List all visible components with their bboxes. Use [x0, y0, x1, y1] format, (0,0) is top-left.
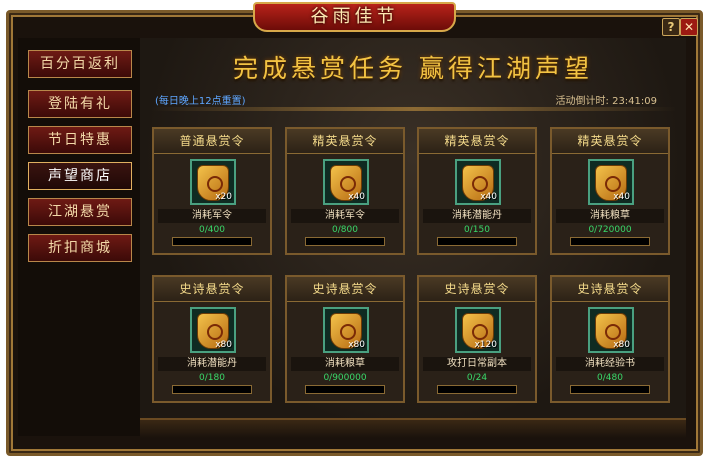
- item-quantity: x80: [613, 340, 630, 350]
- countdown: 活动倒计时: 23:41:09: [556, 92, 657, 107]
- card-title: 精英悬赏令: [419, 129, 535, 154]
- task-progress: 0/800: [332, 225, 358, 235]
- item-slot[interactable]: x40: [455, 159, 501, 205]
- progress-bar: [305, 237, 385, 246]
- close-button[interactable]: ✕: [680, 18, 698, 36]
- help-button[interactable]: ?: [662, 18, 680, 36]
- item-quantity: x40: [613, 192, 630, 202]
- item-slot[interactable]: x80: [190, 307, 236, 353]
- sidebar-item-festival-sale[interactable]: 节日特惠: [28, 126, 132, 154]
- card-title: 史诗悬赏令: [287, 277, 403, 302]
- card-title: 精英悬赏令: [552, 129, 668, 154]
- progress-bar: [172, 385, 252, 394]
- task-progress: 0/24: [466, 373, 488, 383]
- bounty-card[interactable]: 史诗悬赏令 x120 攻打日常副本 0/24: [417, 275, 537, 403]
- card-title: 精英悬赏令: [287, 129, 403, 154]
- sidebar-item-login-gift[interactable]: 登陆有礼: [28, 90, 132, 118]
- item-quantity: x80: [215, 340, 232, 350]
- countdown-label: 活动倒计时:: [555, 96, 609, 107]
- page-title: 完成悬赏任务 赢得江湖声望: [233, 54, 593, 83]
- task-progress: 0/180: [199, 373, 225, 383]
- task-label: 攻打日常副本: [423, 357, 531, 371]
- item-quantity: x40: [480, 192, 497, 202]
- item-slot[interactable]: x40: [588, 159, 634, 205]
- task-label: 消耗粮草: [291, 357, 399, 371]
- bounty-card[interactable]: 精英悬赏令 x40 消耗潜能丹 0/150: [417, 127, 537, 255]
- bounty-card[interactable]: 史诗悬赏令 x80 消耗潜能丹 0/180: [152, 275, 272, 403]
- task-progress: 0/480: [597, 373, 623, 383]
- card-title: 史诗悬赏令: [552, 277, 668, 302]
- progress-bar: [570, 237, 650, 246]
- task-progress: 0/150: [464, 225, 490, 235]
- progress-bar: [437, 385, 517, 394]
- card-title: 史诗悬赏令: [419, 277, 535, 302]
- sidebar-item-bounty[interactable]: 江湖悬赏: [28, 198, 132, 226]
- progress-bar: [305, 385, 385, 394]
- item-slot[interactable]: x20: [190, 159, 236, 205]
- bottom-frame: [140, 418, 686, 438]
- card-title: 史诗悬赏令: [154, 277, 270, 302]
- task-label: 消耗潜能丹: [423, 209, 531, 223]
- task-progress: 0/400: [199, 225, 225, 235]
- item-slot[interactable]: x40: [323, 159, 369, 205]
- item-quantity: x20: [215, 192, 232, 202]
- bounty-card[interactable]: 普通悬赏令 x20 消耗军令 0/400: [152, 127, 272, 255]
- task-label: 消耗粮草: [556, 209, 664, 223]
- sidebar-item-rebate[interactable]: 百分百返利: [28, 50, 132, 78]
- divider: [152, 107, 676, 111]
- sidebar-item-discount-mall[interactable]: 折扣商城: [28, 234, 132, 262]
- progress-bar: [172, 237, 252, 246]
- sidebar: 百分百返利 登陆有礼 节日特惠 声望商店 江湖悬赏 折扣商城: [18, 38, 142, 436]
- task-progress: 0/900000: [323, 373, 367, 383]
- item-slot[interactable]: x80: [588, 307, 634, 353]
- sidebar-item-reputation-shop[interactable]: 声望商店: [28, 162, 132, 190]
- task-label: 消耗军令: [291, 209, 399, 223]
- card-title: 普通悬赏令: [154, 129, 270, 154]
- bounty-card[interactable]: 史诗悬赏令 x80 消耗粮草 0/900000: [285, 275, 405, 403]
- reset-note: (每日晚上12点重置): [155, 96, 246, 107]
- item-quantity: x80: [348, 340, 365, 350]
- item-slot[interactable]: x120: [455, 307, 501, 353]
- item-quantity: x120: [474, 340, 497, 350]
- item-slot[interactable]: x80: [323, 307, 369, 353]
- progress-bar: [437, 237, 517, 246]
- task-label: 消耗经验书: [556, 357, 664, 371]
- bounty-card[interactable]: 精英悬赏令 x40 消耗军令 0/800: [285, 127, 405, 255]
- window-title: 谷雨佳节: [253, 2, 456, 32]
- bounty-card[interactable]: 精英悬赏令 x40 消耗粮草 0/720000: [550, 127, 670, 255]
- task-label: 消耗军令: [158, 209, 266, 223]
- task-progress: 0/720000: [588, 225, 632, 235]
- task-label: 消耗潜能丹: [158, 357, 266, 371]
- countdown-value: 23:41:09: [612, 96, 657, 107]
- item-quantity: x40: [348, 192, 365, 202]
- bounty-card[interactable]: 史诗悬赏令 x80 消耗经验书 0/480: [550, 275, 670, 403]
- progress-bar: [570, 385, 650, 394]
